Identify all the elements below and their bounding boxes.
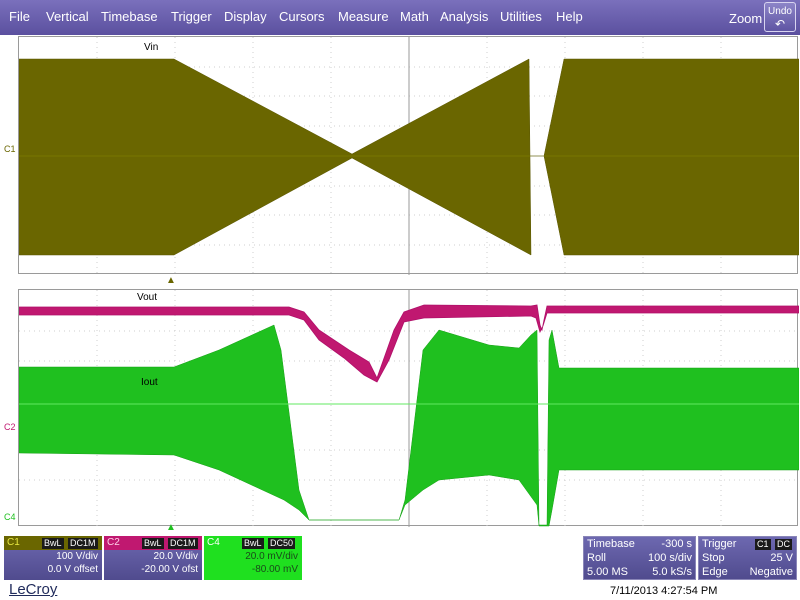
timebase-label: Timebase (587, 538, 635, 550)
c1-name: C1 (7, 537, 20, 548)
menu-timebase[interactable]: Timebase (101, 9, 158, 24)
c4-bandwidth-badge: BwL (242, 538, 264, 549)
lower-waveform-grid[interactable]: Vout Iout (18, 289, 799, 527)
c1-trigger-position-icon[interactable]: ▲ (166, 275, 176, 286)
brand-logo: LeCroy (9, 581, 58, 598)
timebase-div: 100 s/div (647, 552, 692, 564)
c1-vin-trace-end (543, 58, 799, 256)
c4-marker[interactable]: C4 (4, 512, 16, 522)
c4-trigger-position-icon[interactable]: ▲ (166, 522, 176, 533)
c2-descriptor-header: C2 BwL DC1M (104, 536, 202, 550)
iout-label: Iout (141, 377, 158, 388)
c1-marker[interactable]: C1 (4, 144, 16, 154)
c1-vin-trace (19, 58, 532, 256)
c2-offset: -20.00 V ofst (141, 564, 198, 575)
undo-button[interactable]: Undo ↶ (764, 2, 796, 32)
zoom-button[interactable]: Zoom (729, 11, 762, 26)
c1-descriptor-header: C1 BwL DC1M (4, 536, 102, 550)
c4-descriptor-header: C4 BwL DC50 (204, 536, 302, 550)
c2-bandwidth-badge: BwL (142, 538, 164, 549)
c4-scale: 20.0 mV/div (245, 551, 298, 562)
menu-cursors[interactable]: Cursors (279, 9, 325, 24)
trigger-source-badge: C1 (755, 539, 771, 550)
menu-file[interactable]: File (9, 9, 30, 24)
vin-label: Vin (144, 42, 159, 53)
vout-label: Vout (137, 292, 158, 303)
upper-trace-area (19, 37, 799, 275)
c1-descriptor[interactable]: C1 BwL DC1M 100 V/div 0.0 V offset (4, 536, 102, 580)
trigger-slope: Negative (749, 566, 793, 578)
trigger-descriptor[interactable]: Trigger C1 DC Stop 25 V Edge Negative (698, 536, 797, 580)
trigger-label: Trigger (702, 538, 737, 550)
c4-name: C4 (207, 537, 220, 548)
c4-coupling-badge: DC50 (268, 538, 296, 549)
trigger-state: Stop (702, 552, 725, 564)
lower-trace-area (19, 290, 799, 527)
datetime-stamp: 7/11/2013 4:27:54 PM (610, 585, 718, 597)
c4-offset: -80.00 mV (251, 564, 298, 575)
c1-bandwidth-badge: BwL (42, 538, 64, 549)
c2-coupling-badge: DC1M (168, 538, 198, 549)
c2-marker[interactable]: C2 (4, 422, 16, 432)
timebase-delay: -300 s (661, 538, 692, 550)
menu-utilities[interactable]: Utilities (500, 9, 542, 24)
timebase-descriptor[interactable]: Timebase -300 s Roll 100 s/div 5.00 MS 5… (583, 536, 696, 580)
menu-math[interactable]: Math (400, 9, 429, 24)
menu-vertical[interactable]: Vertical (46, 9, 89, 24)
c1-scale: 100 V/div (56, 551, 98, 562)
upper-waveform-grid[interactable]: Vin (18, 36, 799, 275)
c4-descriptor[interactable]: C4 BwL DC50 20.0 mV/div -80.00 mV (204, 536, 302, 580)
undo-icon: ↶ (774, 17, 786, 31)
timebase-rate: 5.0 kS/s (652, 566, 692, 578)
c1-offset-arrow-icon[interactable]: ◀ (788, 141, 796, 154)
menu-help[interactable]: Help (556, 9, 583, 24)
c1-offset: 0.0 V offset (47, 564, 98, 575)
menu-trigger[interactable]: Trigger (171, 9, 212, 24)
c2-name: C2 (107, 537, 120, 548)
c1-coupling-badge: DC1M (68, 538, 98, 549)
timebase-mode: Roll (587, 552, 606, 564)
c2-scale: 20.0 V/div (153, 551, 198, 562)
trigger-level: 25 V (770, 552, 793, 564)
menu-display[interactable]: Display (224, 9, 267, 24)
timebase-samples: 5.00 MS (587, 566, 628, 578)
menu-analysis[interactable]: Analysis (440, 9, 488, 24)
menu-measure[interactable]: Measure (338, 9, 389, 24)
menu-bar: File Vertical Timebase Trigger Display C… (0, 0, 800, 35)
trigger-coupling-badge: DC (775, 539, 792, 550)
trigger-type: Edge (702, 566, 728, 578)
c2-descriptor[interactable]: C2 BwL DC1M 20.0 V/div -20.00 V ofst (104, 536, 202, 580)
